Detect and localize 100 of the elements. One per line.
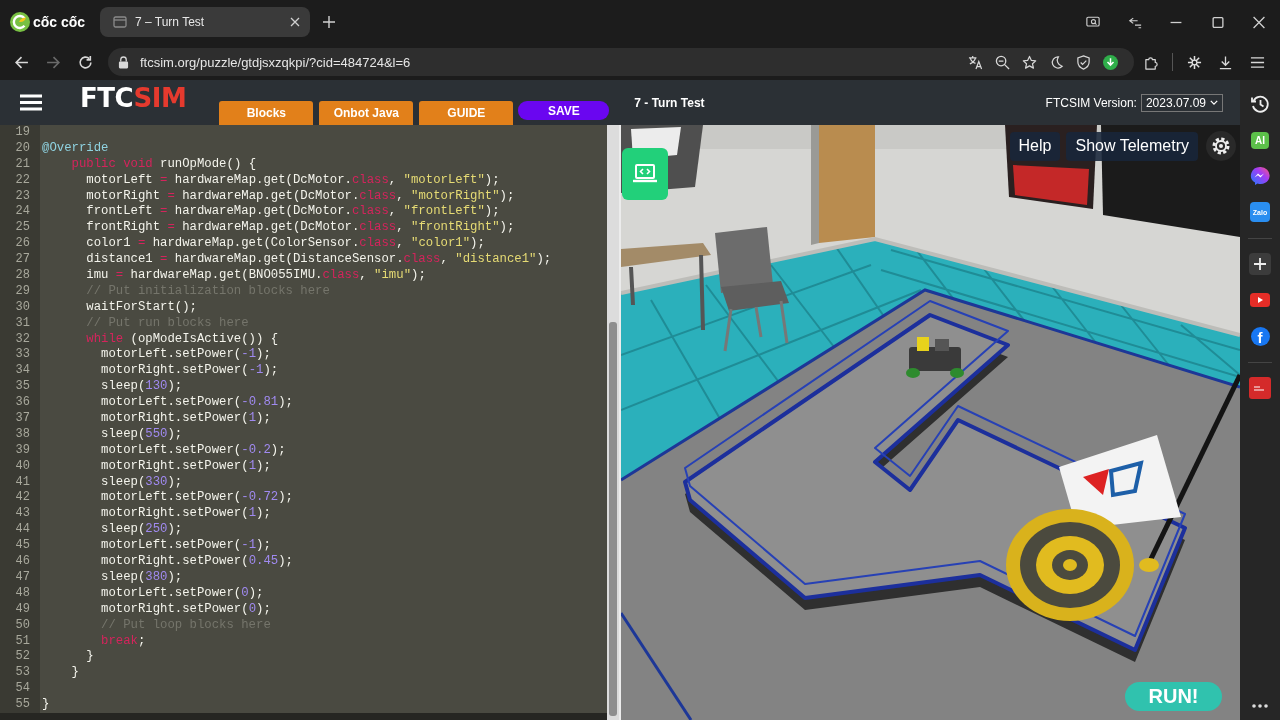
maximize-icon[interactable] <box>1210 15 1225 29</box>
chat-bubble-icon[interactable] <box>1250 166 1270 186</box>
line-number: 34 <box>15 363 30 380</box>
plus-icon[interactable] <box>323 16 335 28</box>
mode-tab[interactable]: Onbot Java <box>319 101 414 125</box>
show-telemetry-button[interactable]: Show Telemetry <box>1066 131 1198 161</box>
list-arrow-icon[interactable] <box>1127 15 1142 29</box>
code-line: motorLeft.setPower(-0.72); <box>101 490 293 507</box>
code-line: motorLeft.setPower(-1); <box>101 347 271 364</box>
brand-name: cốc cốc <box>33 14 86 30</box>
code-line: motorLeft.setPower(0); <box>101 585 264 602</box>
code-line: sleep(380); <box>101 569 183 586</box>
mode-tab[interactable]: Blocks <box>219 101 314 125</box>
back-arrow-icon[interactable] <box>13 54 29 70</box>
translate-icon[interactable] <box>968 54 983 70</box>
line-number: 37 <box>15 411 30 427</box>
line-number: 49 <box>15 601 30 618</box>
line-number: 45 <box>15 538 30 555</box>
line-number: 42 <box>15 490 30 507</box>
code-line: sleep(250); <box>101 522 183 539</box>
line-number: 54 <box>15 681 30 698</box>
sun-icon[interactable] <box>1186 54 1202 70</box>
screen-search-icon[interactable] <box>1086 15 1101 29</box>
line-number: 28 <box>15 268 30 284</box>
code-line: public void runOpMode() { <box>71 156 256 173</box>
download-icon[interactable] <box>1103 54 1118 70</box>
close-icon[interactable] <box>1252 15 1267 29</box>
line-number: 53 <box>15 665 30 682</box>
version-select[interactable]: 2023.07.09 <box>1140 93 1223 112</box>
line-number: 35 <box>15 379 30 396</box>
app-logo: FTCSIM <box>80 84 187 111</box>
line-number: 43 <box>15 506 30 523</box>
code-line: } <box>71 665 79 682</box>
code-line: motorRight = hardwareMap.get(DcMotor.class, "motorRight"); <box>86 188 515 205</box>
code-line: frontLeft = hardwareMap.get(DcMotor.class, "frontLeft"); <box>86 204 500 221</box>
history-icon[interactable] <box>1250 94 1270 114</box>
code-line: motorLeft = hardwareMap.get(DcMotor.class, "motorLeft"); <box>86 172 500 189</box>
menu-icon[interactable] <box>1249 54 1265 70</box>
browser-tab[interactable]: 7 – Turn Test <box>100 7 310 37</box>
mode-tab[interactable]: GUIDE <box>419 101 514 125</box>
reload-icon[interactable] <box>77 54 93 70</box>
code-line: @Override <box>42 140 109 157</box>
line-number: 22 <box>15 172 30 189</box>
run-button[interactable]: RUN! <box>1125 682 1222 711</box>
address-bar[interactable]: ftcsim.org/puzzle/gtdjsxzqkpi/?cid=484724&l=6 <box>108 48 1134 76</box>
code-line: waitForStart(); <box>86 299 197 316</box>
line-number: 21 <box>15 156 30 173</box>
line-number: 50 <box>15 617 30 634</box>
star-icon[interactable] <box>1022 54 1037 70</box>
code-line: motorLeft.setPower(-0.2); <box>101 442 286 459</box>
scrollbar[interactable] <box>607 125 619 720</box>
forward-arrow-icon[interactable] <box>45 54 61 70</box>
zoom-out-icon[interactable] <box>995 54 1010 70</box>
window-icon <box>113 16 127 28</box>
puzzle-icon[interactable] <box>1143 54 1159 70</box>
code-line: frontRight = hardwareMap.get(DcMotor.class, "frontRight"); <box>86 220 515 237</box>
line-number: 26 <box>15 236 30 253</box>
code-line: distance1 = hardwareMap.get(DistanceSensor.class, "distance1"); <box>86 252 552 268</box>
save-button[interactable]: SAVE <box>518 101 610 120</box>
code-line: imu = hardwareMap.get(BNO055IMU.class, "imu"); <box>86 268 426 284</box>
line-number: 30 <box>15 299 30 316</box>
menu-icon[interactable] <box>20 94 42 111</box>
download-icon[interactable] <box>1217 54 1233 70</box>
code-editor[interactable] <box>40 125 607 713</box>
ai-chat-button[interactable]: AI <box>1251 131 1269 149</box>
moon-icon[interactable] <box>1049 54 1064 70</box>
settings-icon[interactable] <box>1206 131 1236 161</box>
social-app-button[interactable]: f <box>1250 326 1270 346</box>
lock-icon[interactable] <box>118 55 129 69</box>
plus-icon[interactable] <box>1249 253 1271 275</box>
code-line: motorLeft.setPower(-1); <box>101 538 271 555</box>
line-number: 47 <box>15 569 30 586</box>
line-number: 44 <box>15 522 30 539</box>
line-number: 46 <box>15 554 30 570</box>
line-number: 51 <box>15 633 30 650</box>
puzzle-title: 7 - Turn Test <box>634 95 705 110</box>
more-icon[interactable] <box>1252 704 1268 708</box>
code-line: break; <box>101 633 146 650</box>
line-number: 41 <box>15 474 30 491</box>
line-number: 36 <box>15 395 30 412</box>
chevron-down-icon <box>1210 100 1218 105</box>
app-shortcut-icon[interactable] <box>1249 377 1271 399</box>
code-line: motorRight.setPower(1); <box>101 458 271 475</box>
code-line: motorRight.setPower(1); <box>101 411 271 427</box>
line-number: 23 <box>15 188 30 205</box>
line-number: 39 <box>15 442 30 459</box>
scrollbar-thumb[interactable] <box>609 322 617 716</box>
code-line: motorRight.setPower(1); <box>101 506 271 523</box>
code-line: motorLeft.setPower(-0.81); <box>101 395 293 412</box>
code-line: while (opModeIsActive()) { <box>86 331 279 348</box>
close-icon[interactable] <box>290 17 300 27</box>
laptop-code-icon <box>632 163 658 185</box>
code-line: motorRight.setPower(-1); <box>101 363 279 380</box>
shield-icon[interactable] <box>1076 54 1091 70</box>
line-number: 38 <box>15 426 30 443</box>
version-label: FTCSIM Version: <box>1045 95 1137 110</box>
code-line: } <box>42 697 50 713</box>
play-icon[interactable] <box>1250 293 1270 307</box>
leaf-logo-icon <box>10 12 30 32</box>
line-number: 29 <box>15 283 30 300</box>
